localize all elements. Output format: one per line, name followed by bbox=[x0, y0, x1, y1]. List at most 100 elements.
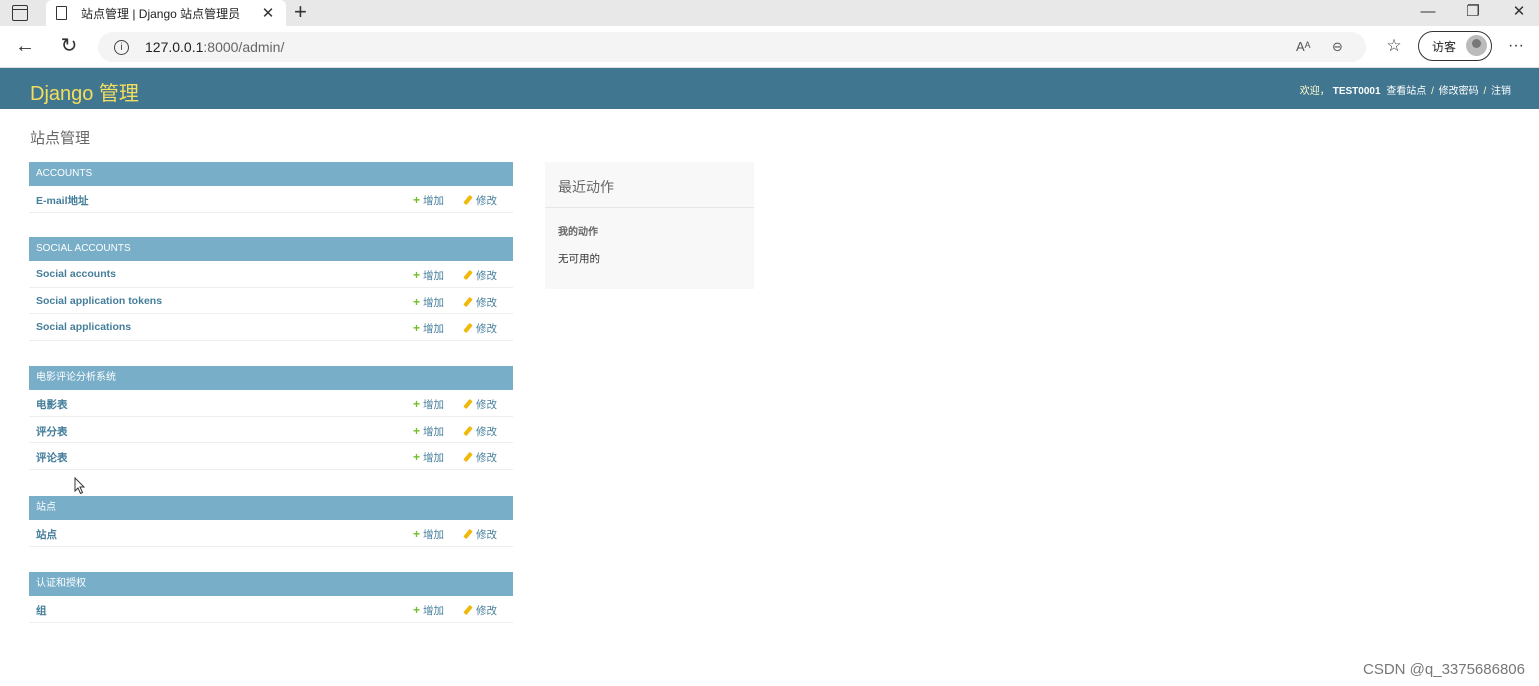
no-actions-text: 无可用的 bbox=[558, 253, 600, 265]
add-icon: + bbox=[413, 450, 421, 464]
add-icon: + bbox=[413, 527, 421, 541]
model-link[interactable]: Social application tokens bbox=[36, 295, 162, 307]
username: TEST0001 bbox=[1332, 86, 1381, 97]
change-link[interactable]: 修改 bbox=[463, 397, 497, 412]
recent-actions-panel: 最近动作 我的动作 无可用的 bbox=[545, 162, 754, 289]
add-icon: + bbox=[413, 397, 421, 411]
module-caption[interactable]: SOCIAL ACCOUNTS bbox=[29, 237, 513, 261]
page-icon bbox=[56, 6, 67, 20]
add-link[interactable]: + 增加 bbox=[413, 527, 444, 542]
model-link[interactable]: Social applications bbox=[36, 321, 131, 333]
pencil-icon bbox=[463, 425, 473, 436]
module-social-accounts: SOCIAL ACCOUNTS Social accounts + 增加 修改 S… bbox=[29, 237, 513, 341]
restore-button[interactable]: ❐ bbox=[1463, 0, 1483, 24]
change-link[interactable]: 修改 bbox=[463, 193, 497, 208]
table-row: Social applications + 增加 修改 bbox=[29, 314, 513, 341]
pencil-icon bbox=[463, 398, 473, 410]
table-row: 电影表 + 增加 修改 bbox=[29, 390, 513, 417]
table-row: Social accounts + 增加 修改 bbox=[29, 261, 513, 288]
add-link[interactable]: + 增加 bbox=[413, 268, 444, 283]
add-icon: + bbox=[413, 268, 421, 282]
add-link[interactable]: + 增加 bbox=[413, 295, 444, 310]
site-brand[interactable]: Django 管理 bbox=[30, 77, 139, 106]
page-title: 站点管理 bbox=[30, 130, 91, 147]
add-icon: + bbox=[413, 423, 421, 438]
user-tools: 欢迎， TEST0001 查看站点 / 修改密码 / 注销 bbox=[1300, 82, 1511, 97]
model-link[interactable]: E-mail地址 bbox=[36, 193, 89, 208]
add-link[interactable]: + 增加 bbox=[413, 397, 444, 412]
pencil-icon bbox=[463, 269, 473, 281]
site-info-icon[interactable]: i bbox=[114, 39, 129, 55]
module-caption[interactable]: 站点 bbox=[29, 496, 513, 520]
welcome-text: 欢迎， bbox=[1299, 86, 1330, 97]
pencil-icon bbox=[463, 528, 473, 540]
recent-actions-title: 最近动作 bbox=[545, 162, 754, 208]
pencil-icon bbox=[463, 322, 473, 334]
module-accounts: ACCOUNTS E-mail地址 + 增加 修改 bbox=[29, 162, 513, 213]
browser-tab-bar: 站点管理 | Django 站点管理员 ✕ + — ❐ ✕ bbox=[0, 0, 1539, 26]
tab-title: 站点管理 | Django 站点管理员 bbox=[81, 6, 241, 21]
add-link[interactable]: + 增加 bbox=[413, 450, 444, 465]
module-movie-review: 电影评论分析系统 电影表 + 增加 修改 评分表 + 增加 修改 评论表 + 增加 修… bbox=[29, 366, 513, 470]
model-link[interactable]: 电影表 bbox=[36, 397, 68, 412]
pencil-icon bbox=[463, 604, 473, 616]
view-site-link[interactable]: 查看站点 bbox=[1386, 86, 1426, 97]
change-link[interactable]: 修改 bbox=[463, 321, 497, 336]
model-link[interactable]: 站点 bbox=[36, 527, 57, 542]
url-host: 127.0.0.1 bbox=[145, 39, 204, 55]
guest-label: 访客 bbox=[1432, 39, 1457, 54]
add-link[interactable]: + 增加 bbox=[413, 424, 444, 439]
add-icon: + bbox=[413, 321, 421, 335]
add-icon: + bbox=[413, 603, 421, 617]
add-link[interactable]: + 增加 bbox=[413, 321, 444, 336]
change-link[interactable]: 修改 bbox=[463, 268, 497, 283]
table-row: 站点 + 增加 修改 bbox=[29, 520, 513, 547]
more-icon[interactable]: ··· bbox=[1503, 34, 1529, 58]
new-tab-button[interactable]: + bbox=[294, 0, 307, 24]
django-header: Django 管理 欢迎， TEST0001 查看站点 / 修改密码 / 注销 bbox=[0, 68, 1539, 109]
model-link[interactable]: Social accounts bbox=[36, 268, 116, 280]
table-row: E-mail地址 + 增加 修改 bbox=[29, 186, 513, 213]
table-row: 评论表 + 增加 修改 bbox=[29, 443, 513, 470]
model-link[interactable]: 评论表 bbox=[36, 450, 68, 465]
module-sites: 站点 站点 + 增加 修改 bbox=[29, 496, 513, 547]
table-row: 评分表 + 增加 修改 bbox=[29, 417, 513, 443]
module-caption[interactable]: 认证和授权 bbox=[29, 572, 513, 596]
back-button[interactable]: ← bbox=[12, 34, 38, 58]
address-toolbar: ← ↻ i 127.0.0.1:8000/admin/ Aᴬ ⊖ ☆ 访客 ··… bbox=[0, 26, 1539, 68]
browser-tab[interactable]: 站点管理 | Django 站点管理员 ✕ bbox=[46, 0, 286, 26]
my-actions-heading: 我的动作 bbox=[558, 227, 598, 238]
change-password-link[interactable]: 修改密码 bbox=[1439, 86, 1479, 97]
logout-link[interactable]: 注销 bbox=[1491, 86, 1511, 97]
table-row: 组 + 增加 修改 bbox=[29, 596, 513, 623]
add-link[interactable]: + 增加 bbox=[413, 603, 444, 618]
module-caption[interactable]: ACCOUNTS bbox=[29, 162, 513, 186]
add-icon: + bbox=[413, 193, 421, 207]
add-link[interactable]: + 增加 bbox=[413, 193, 444, 208]
change-link[interactable]: 修改 bbox=[463, 450, 497, 465]
tab-close-icon[interactable]: ✕ bbox=[260, 4, 276, 22]
reload-button[interactable]: ↻ bbox=[56, 34, 82, 58]
table-row: Social application tokens + 增加 修改 bbox=[29, 288, 513, 314]
change-link[interactable]: 修改 bbox=[463, 603, 497, 618]
change-link[interactable]: 修改 bbox=[463, 424, 497, 439]
module-caption[interactable]: 电影评论分析系统 bbox=[29, 366, 513, 390]
change-link[interactable]: 修改 bbox=[463, 295, 497, 310]
model-link[interactable]: 评分表 bbox=[36, 424, 68, 439]
close-window-button[interactable]: ✕ bbox=[1509, 0, 1529, 24]
pencil-icon bbox=[463, 194, 473, 206]
url-field[interactable]: i 127.0.0.1:8000/admin/ Aᴬ ⊖ bbox=[98, 32, 1366, 62]
model-link[interactable]: 组 bbox=[36, 603, 47, 618]
mouse-cursor-icon bbox=[74, 477, 86, 495]
pencil-icon bbox=[463, 451, 473, 463]
tab-actions-icon[interactable] bbox=[12, 5, 28, 21]
minimize-button[interactable]: — bbox=[1418, 0, 1438, 24]
url-path: :8000/admin/ bbox=[203, 39, 285, 55]
profile-button[interactable]: 访客 bbox=[1418, 31, 1492, 61]
read-aloud-icon[interactable]: Aᴬ bbox=[1296, 32, 1311, 62]
add-icon: + bbox=[413, 294, 421, 309]
favorites-icon[interactable]: ☆ bbox=[1381, 34, 1407, 58]
change-link[interactable]: 修改 bbox=[463, 527, 497, 542]
pencil-icon bbox=[463, 296, 473, 307]
zoom-icon[interactable]: ⊖ bbox=[1332, 32, 1343, 62]
